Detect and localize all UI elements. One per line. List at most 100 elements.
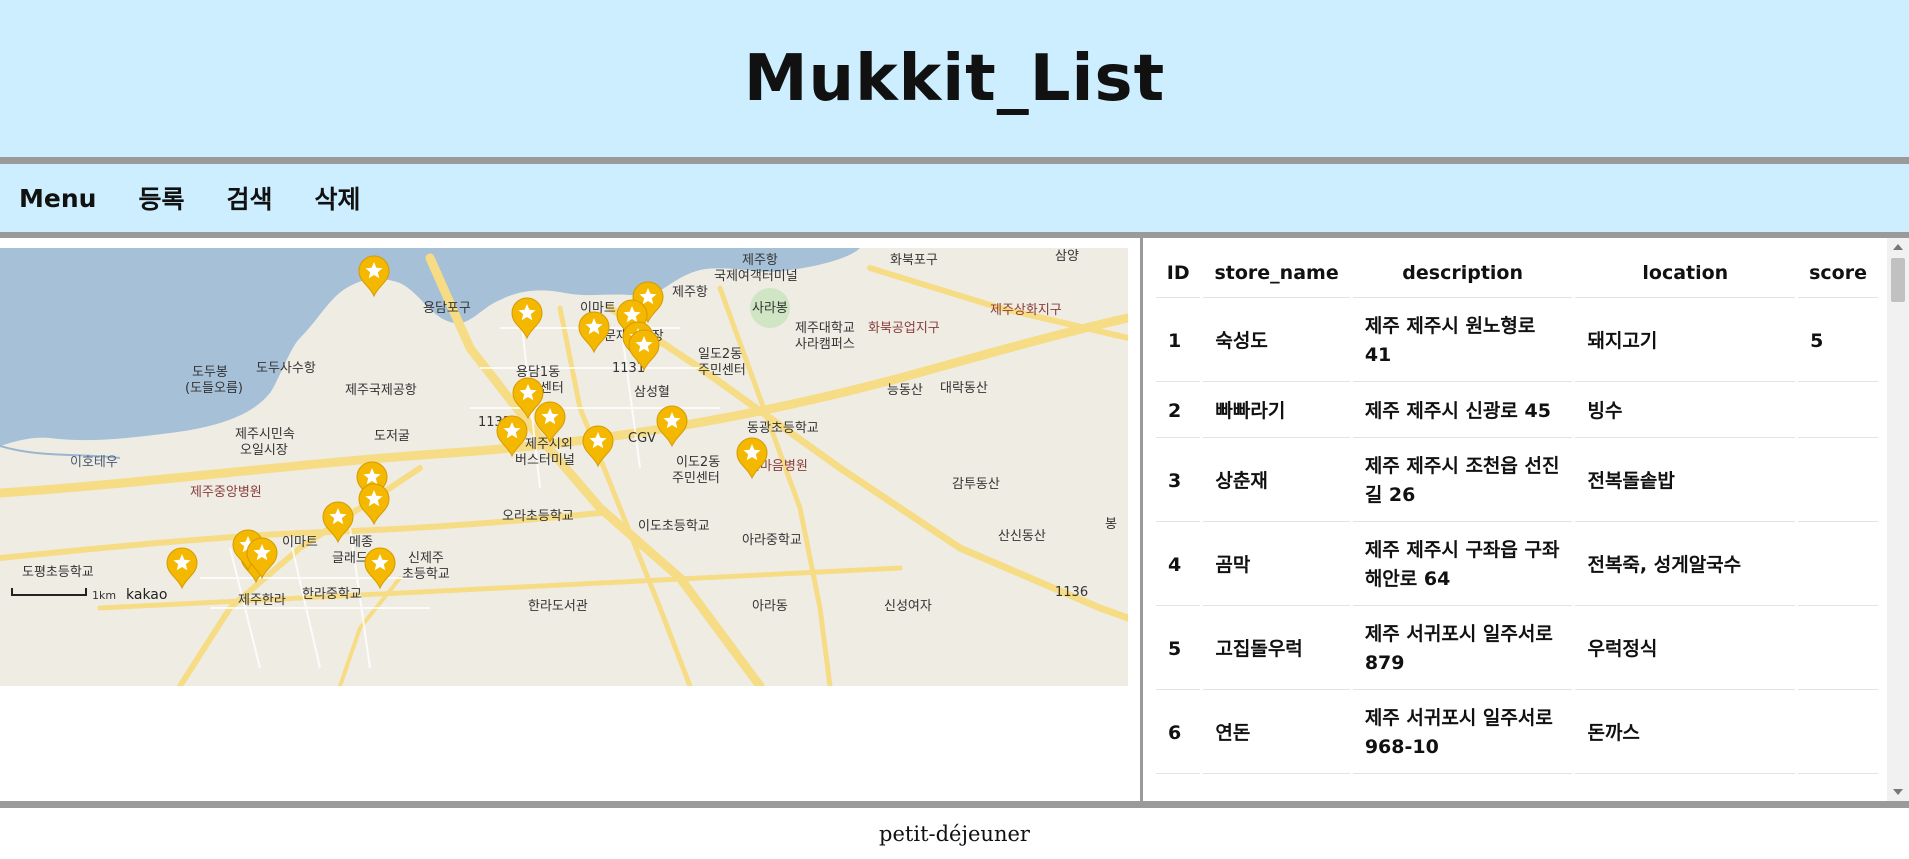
kakao-map[interactable]: 제주항 국제여객터미널 화북포구 삼양 용담포구 이마트 제주항 사라봉 제주대… — [0, 248, 1128, 686]
footer-text: petit-déjeuner — [879, 821, 1030, 846]
map-label: 메종 — [349, 535, 373, 550]
cell-id: 2 — [1156, 385, 1201, 438]
map-label: 아라동 — [752, 599, 788, 614]
map-label: 능동산 — [887, 383, 923, 398]
map-label: 국제여객터미널 — [714, 269, 798, 284]
map-label: 한라중학교 — [302, 587, 362, 602]
cell-location: 우럭정식 — [1575, 609, 1796, 690]
map-label: 화북공업지구 — [868, 321, 940, 336]
map-label: 도평초등학교 — [22, 565, 94, 580]
page-title: Mukkit_List — [743, 41, 1166, 116]
header-divider — [0, 157, 1909, 164]
cell-score — [1798, 385, 1878, 438]
nav-menu[interactable]: Menu — [19, 184, 96, 213]
cell-id: 5 — [1156, 609, 1201, 690]
map-label: 한라도서관 — [528, 599, 588, 614]
page-header: Mukkit_List — [0, 0, 1909, 157]
table-row[interactable]: 5 고집돌우럭 제주 서귀포시 일주서로 879 우럭정식 — [1156, 609, 1878, 690]
cell-score — [1798, 525, 1878, 606]
map-label: 이도2동 — [676, 455, 720, 470]
table-scrollbar[interactable] — [1887, 238, 1909, 801]
map-label: 오일시장 — [240, 443, 288, 458]
nav-bar: Menu 등록 검색 삭제 — [0, 164, 1909, 232]
cell-description: 제주 제주시 조천읍 선진길 26 — [1352, 441, 1573, 522]
cell-description: 제주 서귀포시 일주서로 879 — [1352, 609, 1573, 690]
table-row[interactable]: 1 숙성도 제주 제주시 원노형로 41 돼지고기 5 — [1156, 301, 1878, 382]
cell-location: 전복돌솥밥 — [1575, 441, 1796, 522]
map-label: 신제주 — [408, 551, 444, 566]
cell-description: 제주 제주시 원노형로 41 — [1352, 301, 1573, 382]
cell-store-name: 빠빠라기 — [1203, 385, 1350, 438]
map-label: 봉 — [1105, 517, 1117, 532]
cell-id: 1 — [1156, 301, 1201, 382]
cell-id: 3 — [1156, 441, 1201, 522]
map-label: 제주국제공항 — [345, 383, 417, 398]
map-label: 삼성혈 — [634, 385, 670, 400]
cell-store-name: 곰막 — [1203, 525, 1350, 606]
table-row[interactable]: 6 연돈 제주 서귀포시 일주서로 968-10 돈까스 — [1156, 693, 1878, 774]
map-label: 감투동산 — [952, 477, 1000, 492]
map-label: 아라중학교 — [742, 533, 802, 548]
cell-store-name: 숙성도 — [1203, 301, 1350, 382]
map-scale-label: 1km — [92, 589, 116, 602]
map-label: CGV — [628, 431, 656, 446]
main-content: 제주항 국제여객터미널 화북포구 삼양 용담포구 이마트 제주항 사라봉 제주대… — [0, 238, 1909, 801]
table-row[interactable]: 3 상춘재 제주 제주시 조천읍 선진길 26 전복돌솥밥 — [1156, 441, 1878, 522]
column-header-store-name: store_name — [1203, 249, 1350, 298]
map-label: 대락동산 — [940, 381, 988, 396]
cell-score — [1798, 693, 1878, 774]
map-label: 사라봉 — [752, 301, 788, 316]
map-label: 산신동산 — [998, 529, 1046, 544]
page-footer: petit-déjeuner — [0, 808, 1909, 859]
table-row[interactable]: 2 빠빠라기 제주 제주시 신광로 45 빙수 — [1156, 385, 1878, 438]
scroll-down-arrow-icon[interactable] — [1893, 789, 1903, 795]
map-label: 초등학교 — [402, 567, 450, 582]
scroll-thumb[interactable] — [1891, 258, 1905, 302]
column-header-location: location — [1575, 249, 1796, 298]
cell-location: 돼지고기 — [1575, 301, 1796, 382]
scroll-up-arrow-icon[interactable] — [1893, 244, 1903, 250]
map-label: 용담포구 — [423, 301, 471, 316]
map-label: 이도초등학교 — [638, 519, 710, 534]
map-label: 제주시민속 — [235, 427, 295, 442]
map-label: 제주한라 — [238, 593, 286, 608]
nav-delete[interactable]: 삭제 — [314, 180, 360, 216]
map-label: 용담1동 — [516, 365, 560, 380]
cell-description: 제주 제주시 신광로 45 — [1352, 385, 1573, 438]
cell-location: 전복죽, 성게알국수 — [1575, 525, 1796, 606]
map-label: 주민센터 — [698, 363, 746, 378]
nav-search[interactable]: 검색 — [226, 180, 272, 216]
column-header-id: ID — [1156, 249, 1201, 298]
map-attribution: kakao — [126, 587, 167, 603]
map-label: (도들오름) — [185, 381, 243, 396]
nav-register[interactable]: 등록 — [138, 180, 184, 216]
cell-score — [1798, 441, 1878, 522]
column-header-description: description — [1352, 249, 1573, 298]
map-canvas[interactable]: 제주항 국제여객터미널 화북포구 삼양 용담포구 이마트 제주항 사라봉 제주대… — [0, 248, 1128, 686]
map-label: 제주항 — [742, 253, 778, 268]
map-label: 이마트 — [282, 535, 318, 550]
map-label: 신성여자 — [884, 599, 932, 614]
table-header-row: ID store_name description location score — [1156, 249, 1878, 298]
map-label: 화북포구 — [890, 253, 938, 268]
map-label: 제주대학교 — [795, 321, 855, 336]
map-label: 글래드 — [332, 551, 368, 566]
store-table-panel[interactable]: ID store_name description location score… — [1143, 238, 1909, 801]
map-label: 도저굴 — [374, 429, 410, 444]
cell-store-name: 고집돌우럭 — [1203, 609, 1350, 690]
cell-description: 제주 제주시 구좌읍 구좌해안로 64 — [1352, 525, 1573, 606]
map-label: 사라캠퍼스 — [795, 337, 855, 352]
map-label: 도두사수항 — [256, 361, 316, 376]
table-row[interactable]: 4 곰막 제주 제주시 구좌읍 구좌해안로 64 전복죽, 성게알국수 — [1156, 525, 1878, 606]
map-label: 도두봉 — [192, 365, 228, 380]
cell-id: 6 — [1156, 693, 1201, 774]
map-label: 제주상화지구 — [990, 303, 1062, 318]
column-header-score: score — [1798, 249, 1878, 298]
map-label: 일도2동 — [698, 347, 742, 362]
map-label: 동광초등학교 — [747, 421, 819, 436]
cell-score: 5 — [1798, 301, 1878, 382]
map-label: 주민센터 — [672, 471, 720, 486]
cell-description: 제주 서귀포시 일주서로 968-10 — [1352, 693, 1573, 774]
map-label: 삼양 — [1055, 249, 1079, 264]
cell-id: 4 — [1156, 525, 1201, 606]
